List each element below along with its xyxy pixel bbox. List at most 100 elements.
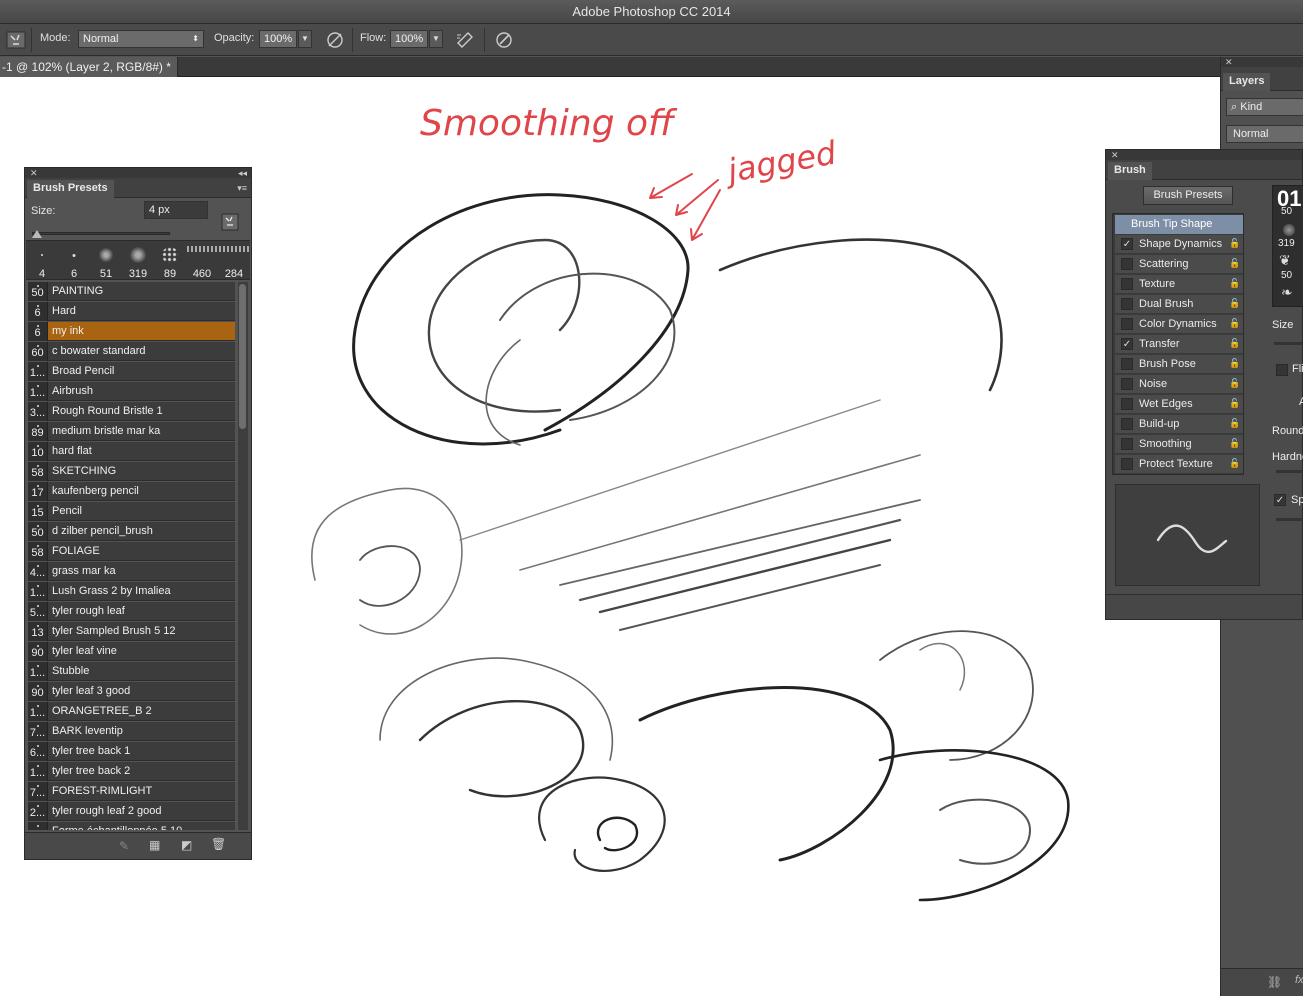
grid-view-icon[interactable]: ▦ [149,838,160,852]
brush-preset-item[interactable]: 13 tyler Sampled Brush 5 12 [28,622,235,641]
brush-preset-item[interactable]: 6 Hard [28,302,235,321]
opacity-input[interactable]: 100% [259,30,297,48]
brush-option-item[interactable]: Noise 🔓 [1115,375,1243,394]
new-brush-from-preset-icon[interactable] [221,213,239,231]
brush-tip-5[interactable]: 460 [186,241,218,281]
scrollbar-thumb[interactable] [239,284,246,429]
brush-option-checkbox[interactable] [1121,458,1133,470]
flow-dropdown-button[interactable]: ▼ [429,30,443,48]
brush-preset-item[interactable]: 6 my ink [28,322,235,341]
spacing-slider[interactable] [1276,518,1303,521]
brush-option-item[interactable]: ✓ Transfer 🔓 [1115,335,1243,354]
brush-preset-item[interactable]: 2... tyler rough leaf 2 good [28,802,235,821]
layer-filter-select[interactable]: ⌕ Kind [1226,98,1303,116]
brush-preset-item[interactable]: 17 kaufenberg pencil [28,482,235,501]
mode-select[interactable]: Normal ⬍ [78,30,204,48]
flip-x-checkbox[interactable] [1276,364,1288,376]
brush-presets-button[interactable]: Brush Presets [1143,186,1233,205]
lock-icon[interactable]: 🔓 [1229,458,1240,470]
close-icon[interactable]: ✕ [30,168,38,178]
brush-preset-item[interactable]: 1... tyler tree back 2 [28,762,235,781]
lock-icon[interactable]: 🔓 [1229,258,1240,270]
brush-option-item[interactable]: Scattering 🔓 [1115,255,1243,274]
toggle-brush-panel-icon[interactable]: ✎ [119,839,129,853]
size-slider-thumb[interactable] [32,230,42,238]
pressure-opacity-icon[interactable] [324,29,346,51]
lock-icon[interactable]: 🔓 [1229,298,1240,310]
lock-icon[interactable]: 🔓 [1229,418,1240,430]
brush-option-item[interactable]: Texture 🔓 [1115,275,1243,294]
pressure-size-icon[interactable] [493,29,515,51]
size-input[interactable]: 4 px [144,201,208,219]
brush-option-item[interactable]: Brush Pose 🔓 [1115,355,1243,374]
brush-preset-item[interactable]: 15 Pencil [28,502,235,521]
brush-option-item[interactable]: Protect Texture 🔓 [1115,455,1243,474]
brush-preset-item[interactable]: 5... tyler rough leaf [28,602,235,621]
brush-tool-preset-icon[interactable] [5,29,27,51]
brush-tip-0[interactable]: 4 [26,241,58,281]
brush-option-checkbox[interactable]: ✓ [1121,238,1133,250]
spacing-checkbox[interactable]: ✓ [1274,494,1286,506]
brush-tip-1[interactable]: 6 [58,241,90,281]
collapse-icon[interactable]: ◂◂ [238,168,247,178]
brush-preset-item[interactable]: 7... FOREST-RIMLIGHT [28,782,235,801]
brush-tip-6[interactable]: 284 [218,241,250,281]
brush-preset-item[interactable]: 58 FOLIAGE [28,542,235,561]
size-slider[interactable] [32,232,170,235]
preset-list-scrollbar[interactable] [238,282,248,830]
brush-option-item[interactable]: Dual Brush 🔓 [1115,295,1243,314]
lock-icon[interactable]: 🔓 [1229,398,1240,410]
brush-tip-2[interactable]: 51 [90,241,122,281]
brush-option-item[interactable]: ✓ Shape Dynamics 🔓 [1115,235,1243,254]
brush-preset-item[interactable]: 1... ORANGETREE_B 2 [28,702,235,721]
brush-option-checkbox[interactable] [1121,438,1133,450]
brush-option-item[interactable]: Build-up 🔓 [1115,415,1243,434]
brush-preset-item[interactable]: 90 tyler leaf 3 good [28,682,235,701]
brush-preset-item[interactable]: 1... Lush Grass 2 by Imaliea [28,582,235,601]
brush-preset-item[interactable]: 7... BARK leventip [28,722,235,741]
blend-mode-select[interactable]: Normal [1226,125,1303,143]
brush-preset-item[interactable]: 10 hard flat [28,442,235,461]
flow-input[interactable]: 100% [390,30,428,48]
brush-option-checkbox[interactable] [1121,418,1133,430]
brush-preset-item[interactable]: 90 tyler leaf vine [28,642,235,661]
document-tab[interactable]: -1 @ 102% (Layer 2, RGB/8#) * [0,57,178,77]
new-preset-icon[interactable]: ◩ [181,838,192,852]
tab-layers[interactable]: Layers [1223,73,1271,91]
brush-option-checkbox[interactable] [1121,378,1133,390]
brush-preset-item[interactable]: 1... Broad Pencil [28,362,235,381]
brush-option-checkbox[interactable] [1121,358,1133,370]
brush-tip-grid[interactable]: 01 50 319 ❦ 50 ❧ [1272,185,1303,307]
brush-tip-shape-item[interactable]: Brush Tip Shape [1115,215,1243,234]
close-icon[interactable]: ✕ [1225,57,1233,67]
lock-icon[interactable]: 🔓 [1229,358,1240,370]
tab-brush-presets[interactable]: Brush Presets [27,180,114,198]
lock-icon[interactable]: 🔓 [1229,238,1240,250]
brush-option-checkbox[interactable] [1121,398,1133,410]
tip-size-slider[interactable] [1274,342,1302,345]
trash-icon[interactable]: 🗑 [211,837,226,851]
hardness-slider[interactable] [1276,470,1303,473]
brush-option-checkbox[interactable] [1121,298,1133,310]
link-icon[interactable]: ⛓ [1267,975,1282,989]
brush-option-checkbox[interactable]: ✓ [1121,338,1133,350]
brush-option-checkbox[interactable] [1121,318,1133,330]
brush-tip-3[interactable]: 319 [122,241,154,281]
brush-preset-item[interactable]: 1... Stubble [28,662,235,681]
brush-option-item[interactable]: Wet Edges 🔓 [1115,395,1243,414]
panel-menu-icon[interactable]: ▾≡ [237,183,247,193]
brush-tip-4[interactable]: 89 [154,241,186,281]
brush-option-item[interactable]: Color Dynamics 🔓 [1115,315,1243,334]
lock-icon[interactable]: 🔓 [1229,378,1240,390]
brush-preset-item[interactable]: 4... grass mar ka [28,562,235,581]
fx-icon[interactable]: fx [1295,974,1303,986]
lock-icon[interactable]: 🔓 [1229,278,1240,290]
brush-preset-item[interactable]: 6... tyler tree back 1 [28,742,235,761]
brush-preset-item[interactable]: 58 SKETCHING [28,462,235,481]
airbrush-icon[interactable] [454,29,476,51]
close-icon[interactable]: ✕ [1111,150,1119,160]
brush-option-item[interactable]: Smoothing 🔓 [1115,435,1243,454]
brush-option-checkbox[interactable] [1121,258,1133,270]
tab-brush[interactable]: Brush [1108,162,1152,180]
brush-preset-item[interactable]: 3... Rough Round Bristle 1 [28,402,235,421]
